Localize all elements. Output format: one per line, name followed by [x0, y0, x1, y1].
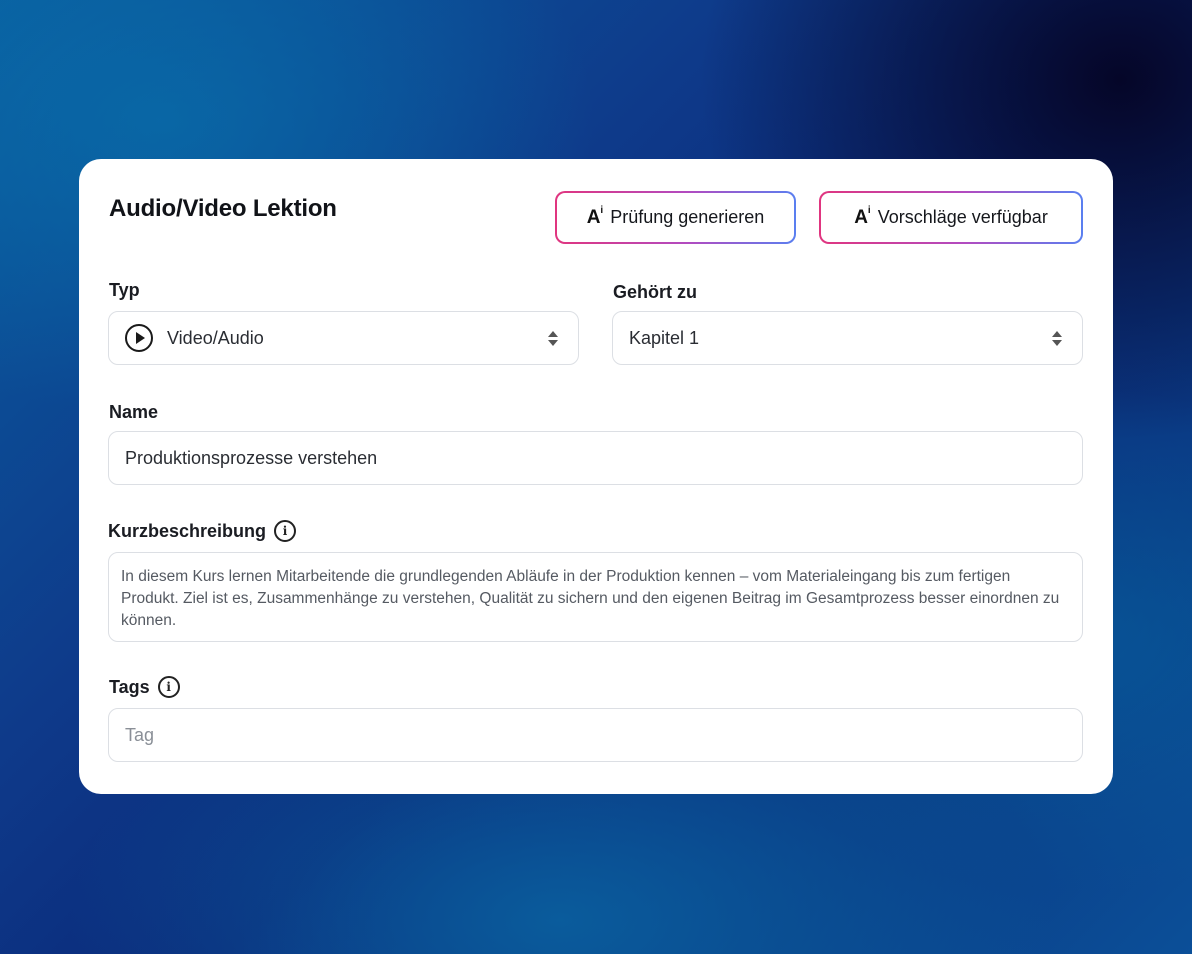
- suggestions-button[interactable]: Ai Vorschläge verfügbar: [819, 191, 1083, 244]
- generate-exam-label: Prüfung generieren: [610, 207, 765, 227]
- generate-exam-button[interactable]: Ai Prüfung generieren: [555, 191, 796, 244]
- short-description-textarea[interactable]: In diesem Kurs lernen Mitarbeitende die …: [108, 552, 1083, 642]
- page-title: Audio/Video Lektion: [109, 195, 337, 222]
- tags-placeholder: Tag: [125, 724, 155, 745]
- name-value: Produktionsprozesse verstehen: [125, 447, 378, 468]
- short-description-value: In diesem Kurs lernen Mitarbeitende die …: [121, 568, 1060, 629]
- tags-label: Tags i: [109, 676, 180, 698]
- belongs-to-select[interactable]: Kapitel 1: [612, 311, 1083, 365]
- suggestions-label: Vorschläge verfügbar: [877, 207, 1048, 227]
- lesson-card: Audio/Video Lektion Ai Prüfung generiere…: [79, 159, 1113, 794]
- info-icon[interactable]: i: [274, 520, 297, 542]
- short-description-label: Kurzbeschreibung i: [108, 520, 297, 542]
- type-value: Video/Audio: [167, 327, 264, 348]
- type-label: Typ: [109, 280, 140, 300]
- ai-sparkle-icon: Ai: [854, 204, 870, 228]
- tags-input[interactable]: Tag: [108, 708, 1083, 762]
- belongs-to-label: Gehört zu: [613, 282, 697, 302]
- belongs-to-value: Kapitel 1: [629, 327, 700, 348]
- chevron-updown-icon: [1052, 330, 1062, 346]
- ai-sparkle-icon: Ai: [586, 204, 603, 228]
- name-input[interactable]: Produktionsprozesse verstehen: [108, 431, 1083, 485]
- play-circle-icon: [125, 324, 153, 352]
- info-icon[interactable]: i: [157, 676, 180, 698]
- chevron-updown-icon: [548, 330, 558, 346]
- type-select[interactable]: Video/Audio: [108, 311, 579, 365]
- name-label: Name: [109, 402, 159, 422]
